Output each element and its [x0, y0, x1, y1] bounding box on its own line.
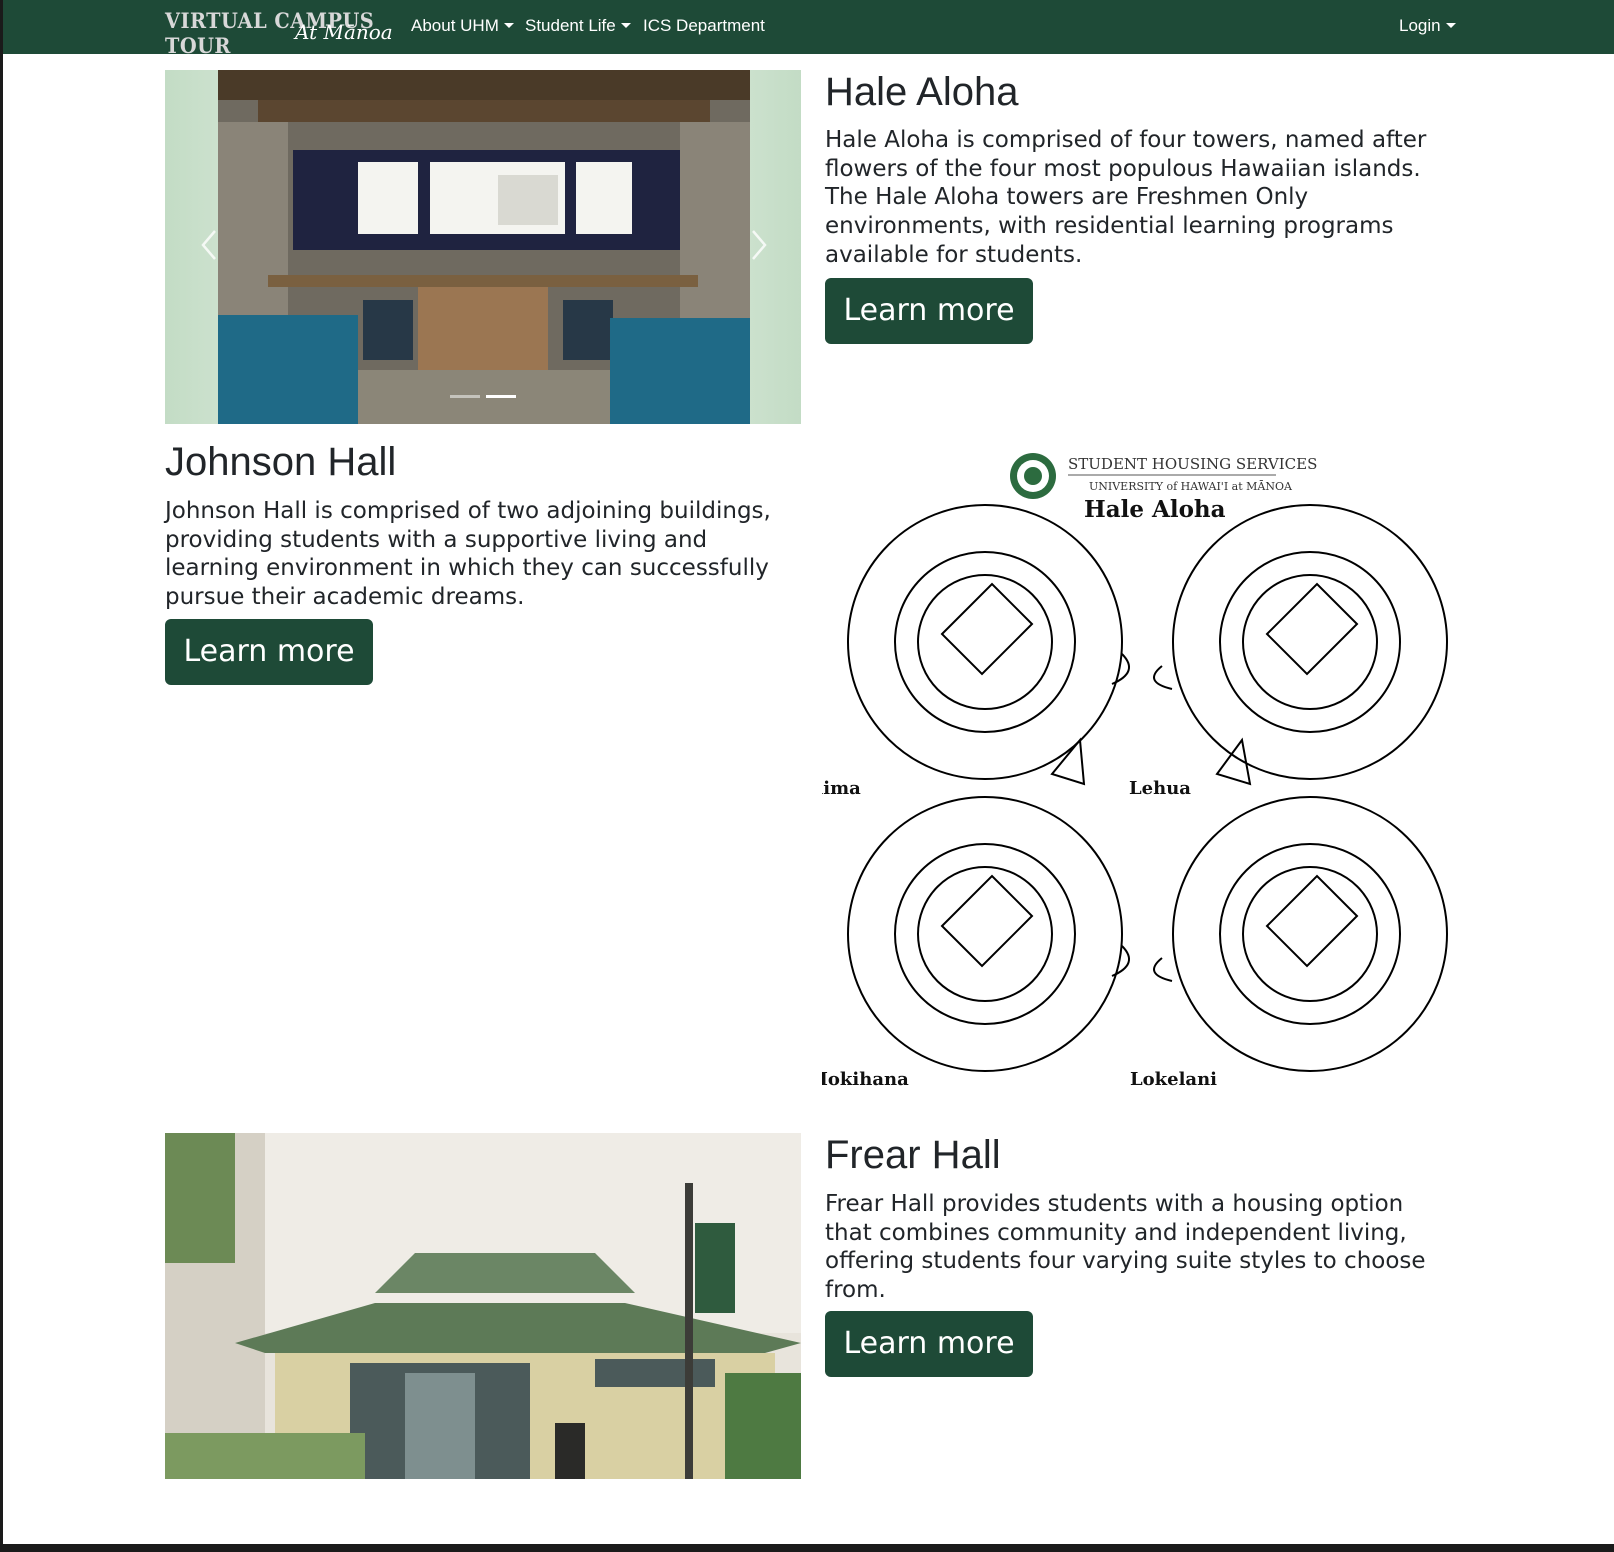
caret-down-icon — [620, 23, 631, 28]
carousel-indicator-active[interactable] — [486, 395, 516, 398]
brand-subtitle: At Mānoa — [295, 20, 393, 44]
nav-about-uhm-label: About UHM — [411, 16, 499, 35]
hale-aloha-carousel — [165, 70, 801, 424]
section-desc-frear-hall: Frear Hall provides students with a hous… — [825, 1191, 1426, 1304]
section-title-johnson-hall: Johnson Hall — [165, 440, 397, 484]
carousel-next-control[interactable] — [743, 225, 773, 265]
tower-label-lokelani: Lokelani — [1130, 1069, 1217, 1090]
carousel-indicator[interactable] — [450, 395, 480, 398]
tower-label-lehua: Lehua — [1129, 778, 1191, 799]
nav-ics-department[interactable]: ICS Department — [643, 16, 765, 36]
floorplan-university: UNIVERSITY of HAWAI'I at MĀNOA — [1089, 480, 1293, 493]
section-desc-hale-aloha: Hale Aloha is comprised of four towers, … — [825, 127, 1427, 268]
dorm-room-photo — [218, 70, 750, 424]
frear-hall-photo — [165, 1133, 801, 1479]
nav-student-life[interactable]: Student Life — [525, 16, 631, 36]
dorm-room-image — [218, 70, 750, 424]
chevron-right-icon — [752, 230, 767, 260]
floorplan-org: STUDENT HOUSING SERVICES — [1068, 455, 1317, 473]
tower-label-mokihana: Mokihana — [822, 1069, 909, 1090]
chevron-left-icon — [201, 230, 216, 260]
nav-login-label: Login — [1399, 16, 1441, 35]
brand-logo[interactable]: VIRTUAL CAMPUS TOUR At Mānoa — [165, 8, 395, 58]
section-title-hale-aloha: Hale Aloha — [825, 70, 1019, 114]
floorplan-image: STUDENT HOUSING SERVICES UNIVERSITY of H… — [808, 453, 1448, 1090]
caret-down-icon — [1445, 23, 1456, 28]
frear-hall-image — [165, 1133, 801, 1479]
top-navbar: VIRTUAL CAMPUS TOUR At Mānoa About UHM S… — [3, 0, 1614, 58]
learn-more-button-hale-aloha[interactable]: Learn more — [825, 278, 1033, 344]
nav-about-uhm[interactable]: About UHM — [411, 16, 514, 36]
learn-more-button-johnson-hall[interactable]: Learn more — [165, 619, 373, 685]
nav-student-life-label: Student Life — [525, 16, 616, 35]
nav-ics-department-label: ICS Department — [643, 16, 765, 35]
section-title-frear-hall: Frear Hall — [825, 1133, 1001, 1177]
carousel-prev-control[interactable] — [195, 225, 225, 265]
floorplan-title: Hale Aloha — [1084, 496, 1226, 523]
tower-label-ilima: Ilima — [822, 778, 861, 799]
learn-more-button-frear-hall[interactable]: Learn more — [825, 1311, 1033, 1377]
section-desc-johnson-hall: Johnson Hall is comprised of two adjoini… — [165, 498, 771, 611]
caret-down-icon — [503, 23, 514, 28]
hale-aloha-floorplan: STUDENT HOUSING SERVICES UNIVERSITY of H… — [808, 444, 1462, 1094]
nav-login[interactable]: Login — [1399, 16, 1456, 36]
